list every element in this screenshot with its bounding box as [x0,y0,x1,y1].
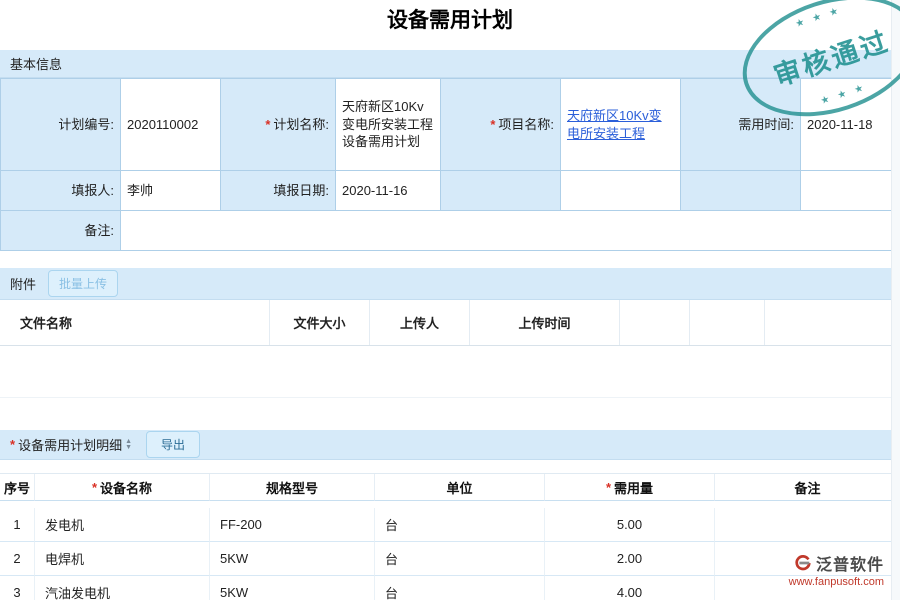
basic-info-section-header: 基本信息 [0,50,900,78]
fanpu-logo-icon [794,554,812,572]
detail-col-device-text: 设备名称 [100,478,152,497]
remark-label: 备注: [1,211,121,251]
basic-info-table: 计划编号: 2020110002 * 计划名称: 天府新区10Kv变电所安装工程… [0,78,900,251]
basic-info-title: 基本信息 [10,54,62,73]
plan-no-value: 2020110002 [121,79,221,171]
cell-model: 5KW [210,576,375,600]
plan-name-value: 天府新区10Kv变电所安装工程设备需用计划 [336,79,441,171]
attach-col-filesize: 文件大小 [270,300,370,345]
detail-col-seq: 序号 [0,474,35,501]
detail-col-qty-text: 需用量 [614,478,653,497]
attachments-table-header: 文件名称 文件大小 上传人 上传时间 [0,300,900,346]
cell-model: 5KW [210,542,375,576]
attachments-title: 附件 [10,274,36,293]
attach-col-uploadtime: 上传时间 [470,300,620,345]
attach-col-empty [765,300,900,345]
page: 设备需用计划 ★ ★ ★ 审核通过 ★ ★ ★ 基本信息 计划编号: 20201… [0,0,900,600]
sort-down-icon: ▼ [125,445,132,451]
attach-col-filename: 文件名称 [0,300,270,345]
detail-col-remark: 备注 [715,474,900,501]
cell-device-name: 电焊机 [35,542,210,576]
reporter-label: 填报人: [1,171,121,211]
detail-col-unit: 单位 [375,474,545,501]
attachments-empty-body [0,346,900,398]
report-date-label: 填报日期: [221,171,336,211]
attach-col-empty [690,300,765,345]
vendor-logo: 泛普软件 www.fanpusoft.com [789,551,884,588]
remark-value [121,211,900,251]
cell-unit: 台 [375,576,545,600]
export-button[interactable]: 导出 [146,431,200,458]
required-mark: * [490,116,495,134]
cell-device-name: 汽油发电机 [35,576,210,600]
project-name-label: * 项目名称: [441,79,561,171]
attachments-section-header: 附件 批量上传 [0,268,900,300]
cell-device-name: 发电机 [35,508,210,542]
empty-label-cell [441,171,561,211]
sort-icon[interactable]: ▲ ▼ [125,439,132,451]
plan-name-label: * 计划名称: [221,79,336,171]
cell-seq: 3 [0,576,35,600]
report-date-value: 2020-11-16 [336,171,441,211]
detail-col-model: 规格型号 [210,474,375,501]
cell-seq: 2 [0,542,35,576]
cell-qty: 4.00 [545,576,715,600]
need-date-value: 2020-11-18 [801,79,900,171]
cell-qty: 2.00 [545,542,715,576]
empty-value-cell [801,171,900,211]
required-mark: * [92,480,97,495]
empty-label-cell [681,171,801,211]
plan-no-label: 计划编号: [1,79,121,171]
cell-unit: 台 [375,542,545,576]
detail-col-qty: * 需用量 [545,474,715,501]
plan-name-label-text: 计划名称: [273,116,329,134]
required-mark: * [606,480,611,495]
required-mark: * [265,116,270,134]
vendor-url: www.fanpusoft.com [789,576,884,588]
detail-col-device: * 设备名称 [35,474,210,501]
details-table: 序号 * 设备名称 规格型号 单位 * 需用量 备注 1 发电机 FF-200 … [0,473,900,600]
vendor-brand-text: 泛普软件 [816,551,884,575]
cell-remark [715,508,900,542]
page-title: 设备需用计划 [0,4,900,34]
details-section-header: * 设备需用计划明细 ▲ ▼ 导出 [0,430,900,460]
attach-col-empty [620,300,690,345]
empty-value-cell [561,171,681,211]
project-name-link[interactable]: 天府新区10Kv变电所安装工程 [567,107,674,142]
need-date-label: 需用时间: [681,79,801,171]
project-name-cell: 天府新区10Kv变电所安装工程 [561,79,681,171]
batch-upload-button[interactable]: 批量上传 [48,270,118,297]
scrollbar-track[interactable] [891,0,900,600]
project-name-label-text: 项目名称: [498,116,554,134]
reporter-value: 李帅 [121,171,221,211]
cell-unit: 台 [375,508,545,542]
cell-qty: 5.00 [545,508,715,542]
attach-col-uploader: 上传人 [370,300,470,345]
cell-model: FF-200 [210,508,375,542]
cell-seq: 1 [0,508,35,542]
required-mark: * [10,437,15,452]
details-title: 设备需用计划明细 [18,435,122,454]
